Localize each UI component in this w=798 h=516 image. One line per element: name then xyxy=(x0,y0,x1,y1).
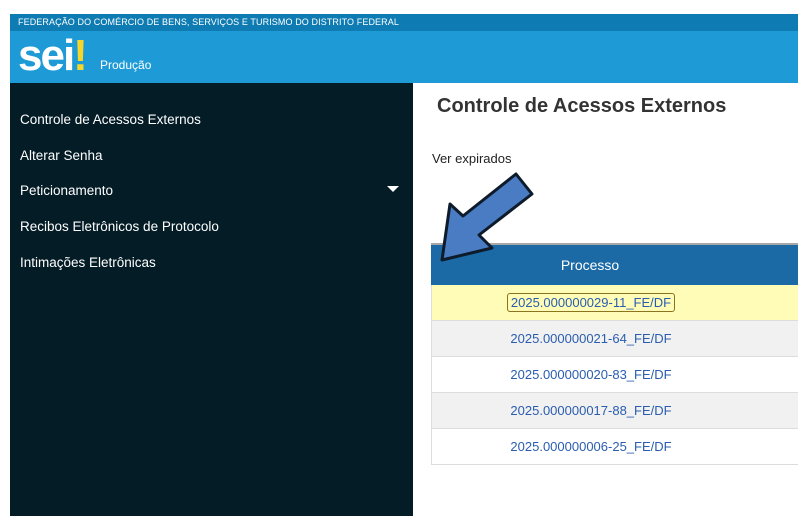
logo-mark: ! xyxy=(73,31,88,80)
sidebar-item-recibos[interactable]: Recibos Eletrônicos de Protocolo xyxy=(20,219,219,234)
organization-name: FEDERAÇÃO DO COMÉRCIO DE BENS, SERVIÇOS … xyxy=(18,17,399,27)
process-link[interactable]: 2025.000000021-64_FE/DF xyxy=(510,331,671,346)
table-row[interactable]: 2025.000000020-83_FE/DF xyxy=(431,357,798,393)
process-link[interactable]: 2025.000000017-88_FE/DF xyxy=(510,403,671,418)
sei-logo[interactable]: sei! xyxy=(18,34,88,78)
caret-down-icon[interactable] xyxy=(387,186,399,192)
table-row[interactable]: 2025.000000017-88_FE/DF xyxy=(431,393,798,429)
ver-expirados-link[interactable]: Ver expirados xyxy=(432,151,512,166)
sidebar-item-alterar-senha[interactable]: Alterar Senha xyxy=(20,148,103,163)
table-row[interactable]: 2025.000000029-11_FE/DF xyxy=(431,285,798,321)
top-strip xyxy=(0,0,798,14)
logo-text: sei xyxy=(18,31,75,80)
table-row[interactable]: 2025.000000006-25_FE/DF xyxy=(431,429,798,465)
process-link[interactable]: 2025.000000029-11_FE/DF xyxy=(506,293,676,312)
sidebar-item-peticionamento[interactable]: Peticionamento xyxy=(20,183,113,198)
sidebar-item-controle-acessos[interactable]: Controle de Acessos Externos xyxy=(20,112,201,127)
table-row[interactable]: 2025.000000021-64_FE/DF xyxy=(431,321,798,357)
process-table: Processo 2025.000000029-11_FE/DF 2025.00… xyxy=(431,243,798,465)
process-link[interactable]: 2025.000000020-83_FE/DF xyxy=(510,367,671,382)
main-content: Controle de Acessos Externos Ver expirad… xyxy=(413,83,798,516)
brand-bar: sei! Produção xyxy=(10,31,798,83)
sidebar-item-intimacoes[interactable]: Intimações Eletrônicas xyxy=(20,255,156,270)
process-link[interactable]: 2025.000000006-25_FE/DF xyxy=(510,439,671,454)
sidebar: Controle de Acessos Externos Alterar Sen… xyxy=(10,83,413,516)
page-title: Controle de Acessos Externos xyxy=(437,95,727,117)
environment-label: Produção xyxy=(100,58,152,72)
pointer-arrow-icon xyxy=(440,172,534,262)
organization-bar: FEDERAÇÃO DO COMÉRCIO DE BENS, SERVIÇOS … xyxy=(10,14,798,31)
